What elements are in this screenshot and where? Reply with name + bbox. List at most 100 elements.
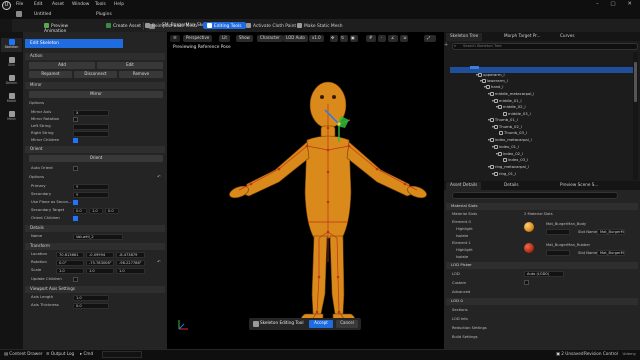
output-log-button[interactable]: ≡ Output Log [46, 351, 74, 357]
location-z[interactable]: -8.473879 [116, 252, 145, 258]
mirror-button[interactable]: Mirror [29, 91, 163, 98]
edit-skeleton-header[interactable]: Edit Skeleton [25, 39, 123, 48]
slot1-name[interactable]: Mat_BurgerM [597, 250, 625, 256]
lod0-section[interactable]: LOD 0 [446, 298, 638, 305]
orient-button[interactable]: Orient [29, 155, 163, 162]
tab-preview-scene[interactable]: Preview Scene S... [556, 182, 602, 190]
action-section[interactable]: Action [25, 53, 165, 60]
bone-item[interactable]: ▾ ring_01_l [492, 171, 516, 178]
rotation-y[interactable]: -75.783006° [86, 260, 114, 266]
tab-curves[interactable]: Curves [556, 33, 579, 41]
rotation-x[interactable]: 0.0° [56, 260, 84, 266]
unsaved-button[interactable]: ▣ 2 Unsaved [556, 351, 583, 357]
material0-name[interactable]: Mat_BurgerMan_Body [546, 222, 586, 226]
character-mesh[interactable] [167, 32, 444, 349]
right-string-input[interactable] [73, 131, 109, 137]
location-x[interactable]: 70.613661 [56, 252, 84, 258]
mirror-children-checkbox[interactable] [73, 138, 78, 143]
preview-animation-button[interactable]: Preview Animation [44, 22, 84, 34]
name-input[interactable]: ValueHi_2 [73, 234, 123, 240]
orient-section[interactable]: Orient [25, 146, 165, 153]
use-plane-checkbox[interactable] [73, 200, 78, 205]
remove-button[interactable]: Remove [119, 71, 163, 78]
lod-info-row[interactable]: LOD Info [452, 317, 468, 321]
unreal-logo-icon[interactable]: U [2, 1, 11, 10]
mirror-axis-select[interactable]: X [73, 110, 109, 116]
material-body-thumbnail[interactable] [524, 222, 534, 232]
scale-x[interactable]: 1.0 [56, 268, 84, 274]
axis-thickness-input[interactable]: 0.0 [73, 303, 109, 309]
menu-file[interactable]: File [16, 2, 23, 7]
rotation-reset-icon[interactable]: ↶ [157, 260, 161, 265]
transform-section[interactable]: Transform [25, 243, 165, 250]
material0-select[interactable] [546, 229, 570, 235]
material-slots-section[interactable]: Material Slots [446, 203, 638, 210]
menu-edit[interactable]: Edit [34, 2, 43, 7]
add-bone-icon[interactable]: + [444, 42, 451, 50]
material-rubber-thumbnail[interactable] [524, 243, 534, 253]
reset-icon[interactable]: ↶ [157, 175, 161, 180]
accept-button[interactable]: Accept [309, 320, 333, 328]
mode-skeleton[interactable]: Skeleton [1, 38, 22, 52]
secondary-target-x[interactable]: 0.0 [73, 208, 87, 214]
location-y[interactable]: -0.09994 [86, 252, 114, 258]
mode-mesh[interactable]: Mesh [1, 110, 22, 124]
content-drawer-button[interactable]: ▤ Content Drawer [4, 351, 43, 357]
tab-details[interactable]: Details [500, 182, 523, 190]
auto-orient-checkbox[interactable] [73, 166, 78, 171]
build-row[interactable]: Build Settings [452, 335, 478, 339]
reimport-button[interactable]: Reimport Base Mesh [145, 22, 197, 29]
mode-skin[interactable]: Skin [1, 56, 22, 70]
mirror-rotation-checkbox[interactable] [73, 117, 78, 122]
editing-tools-button[interactable]: Editing Tools [203, 22, 246, 29]
custom-checkbox[interactable] [524, 280, 529, 285]
advanced-row[interactable]: Advanced [452, 290, 470, 294]
plugins-tab[interactable]: Plugins [96, 12, 112, 17]
material1-select[interactable] [546, 250, 570, 256]
tree-scroll-thumb[interactable] [634, 62, 637, 102]
slot0-name[interactable]: Mat_BurgerM [597, 229, 625, 235]
secondary-target-z[interactable]: 0.0 [105, 208, 119, 214]
mode-deform[interactable]: Deform [1, 74, 22, 88]
revision-control-button[interactable]: Revision Control [584, 351, 618, 357]
left-string-input[interactable] [73, 124, 109, 130]
lod-picker-section[interactable]: LOD Picker [446, 262, 638, 269]
menu-help[interactable]: Help [114, 2, 124, 7]
tab-asset-details[interactable]: Asset Details [446, 182, 482, 190]
menu-window[interactable]: Window [72, 2, 89, 7]
window-controls[interactable]: – ▢ ✕ [596, 1, 637, 7]
reparent-button[interactable]: Reparent [29, 71, 72, 78]
axis-length-input[interactable]: 1.0 [73, 295, 109, 301]
tab-skeleton-tree[interactable]: Skeleton Tree [446, 33, 483, 41]
scale-z[interactable]: 1.0 [116, 268, 145, 274]
update-children-checkbox[interactable] [73, 277, 78, 282]
sections-row[interactable]: Sections [452, 308, 468, 312]
activate-cloth-paint-button[interactable]: Activate Cloth Paint [246, 22, 296, 29]
viewport-axis-section[interactable]: Viewport Axis Settings [25, 286, 165, 293]
primary-select[interactable]: Y [73, 184, 109, 190]
mode-model[interactable]: Model [1, 92, 22, 106]
cancel-button[interactable]: Cancel [336, 320, 358, 328]
secondary-select[interactable]: Y [73, 192, 109, 198]
console-input[interactable] [102, 351, 142, 358]
rotation-z[interactable]: -98.227786° [116, 260, 145, 266]
material1-name[interactable]: Mat_BurgerMan_Rubber [546, 243, 590, 247]
project-tab[interactable]: Untitled [34, 12, 51, 17]
details-section[interactable]: Details [25, 225, 165, 232]
lod-select[interactable]: Auto (LOD0) [524, 271, 564, 277]
scale-y[interactable]: 1.0 [86, 268, 114, 274]
mirror-section[interactable]: Mirror [25, 82, 165, 89]
cmd-button[interactable]: ▸ Cmd [80, 351, 93, 357]
details-search-input[interactable] [452, 192, 618, 199]
disconnect-button[interactable]: Disconnect [74, 71, 117, 78]
skeleton-search-input[interactable]: Search Skeleton Tree [452, 43, 638, 50]
reduction-row[interactable]: Reduction Settings [452, 326, 487, 330]
add-button[interactable]: Add [29, 62, 95, 69]
menu-asset[interactable]: Asset [52, 2, 64, 7]
secondary-target-y[interactable]: 1.0 [89, 208, 103, 214]
make-static-mesh-button[interactable]: Make Static Mesh [297, 22, 342, 29]
orient-children-checkbox[interactable] [73, 216, 78, 221]
tab-morph-target[interactable]: Morph Target Pr... [500, 33, 545, 41]
edit-button[interactable]: Edit [97, 62, 163, 69]
menu-tools[interactable]: Tools [95, 2, 106, 7]
